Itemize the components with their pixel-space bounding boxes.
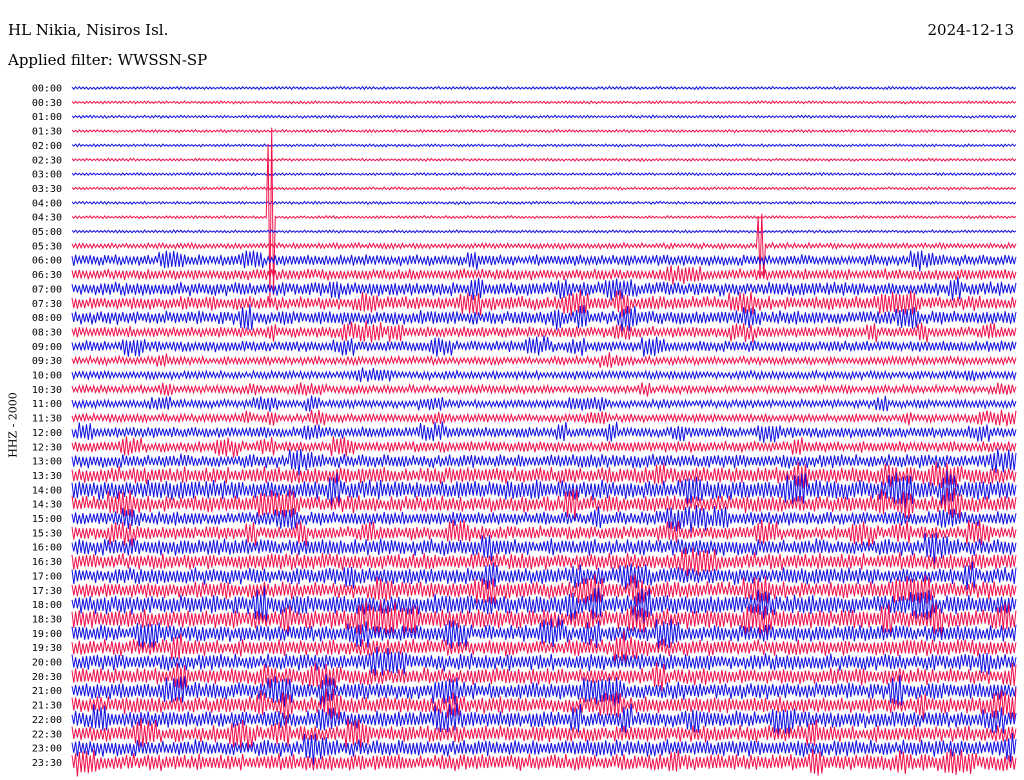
time-label: 18:00 <box>32 600 62 611</box>
time-label: 11:00 <box>32 399 62 410</box>
time-label: 22:30 <box>32 729 62 740</box>
time-label: 03:30 <box>32 184 62 195</box>
time-label: 20:30 <box>32 672 62 683</box>
time-label-group: 00:00 00:30 01:00 01:30 02:00 02:30 03:00 03:30… <box>32 84 62 769</box>
seismogram-plot: 00:00 00:30 01:00 01:30 02:00 02:30 03:00 03:30… <box>32 84 1017 777</box>
time-label: 14:00 <box>32 485 62 496</box>
time-label: 02:00 <box>32 141 62 152</box>
trace-line <box>71 265 1017 285</box>
time-label: 04:00 <box>32 198 62 209</box>
time-label: 07:00 <box>32 284 62 295</box>
trace-line <box>71 127 1017 303</box>
time-label: 21:00 <box>32 686 62 697</box>
time-label: 22:00 <box>32 715 62 726</box>
time-label: 06:30 <box>32 270 62 281</box>
time-label: 21:30 <box>32 701 62 712</box>
trace-line <box>71 157 1017 163</box>
trace-line <box>71 470 1017 509</box>
trace-line <box>71 114 1017 120</box>
trace-line <box>71 586 1017 624</box>
trace-line <box>71 352 1017 368</box>
time-label: 16:30 <box>32 557 62 568</box>
trace-line <box>71 229 1017 234</box>
trace-line <box>71 395 1017 412</box>
trace-line <box>71 748 1017 777</box>
time-label: 23:30 <box>32 758 62 769</box>
trace-line <box>71 128 1017 134</box>
trace-line <box>71 213 1017 279</box>
trace-line <box>71 250 1017 272</box>
time-label: 06:00 <box>32 256 62 267</box>
time-label: 05:30 <box>32 241 62 252</box>
time-label: 12:30 <box>32 442 62 453</box>
time-label: 04:30 <box>32 213 62 224</box>
trace-line <box>71 599 1017 638</box>
trace-line <box>71 421 1017 443</box>
time-label: 13:30 <box>32 471 62 482</box>
trace-line <box>71 171 1017 177</box>
trace-group <box>71 85 1017 777</box>
time-label: 08:30 <box>32 327 62 338</box>
time-label: 14:30 <box>32 500 62 511</box>
time-label: 19:00 <box>32 629 62 640</box>
time-label: 11:30 <box>32 414 62 425</box>
time-label: 20:00 <box>32 658 62 669</box>
time-label: 16:00 <box>32 543 62 554</box>
time-label: 18:30 <box>32 614 62 625</box>
trace-line <box>71 409 1017 427</box>
time-label: 09:00 <box>32 342 62 353</box>
time-label: 10:30 <box>32 385 62 396</box>
time-label: 08:00 <box>32 313 62 324</box>
time-label: 09:30 <box>32 356 62 367</box>
time-label: 01:00 <box>32 112 62 123</box>
time-label: 07:30 <box>32 299 62 310</box>
trace-line <box>71 143 1017 148</box>
time-label: 10:00 <box>32 371 62 382</box>
time-label: 15:30 <box>32 528 62 539</box>
trace-line <box>71 367 1017 383</box>
time-label: 02:30 <box>32 155 62 166</box>
time-label: 23:00 <box>32 744 62 755</box>
trace-line <box>71 436 1017 458</box>
time-label: 03:00 <box>32 170 62 181</box>
time-label: 17:00 <box>32 571 62 582</box>
time-label: 13:00 <box>32 457 62 468</box>
time-label: 15:00 <box>32 514 62 525</box>
trace-line <box>71 382 1017 397</box>
trace-line <box>71 200 1017 206</box>
time-label: 17:30 <box>32 586 62 597</box>
time-label: 00:00 <box>32 84 62 95</box>
time-label: 00:30 <box>32 98 62 109</box>
trace-line <box>71 185 1017 191</box>
trace-line <box>71 335 1017 357</box>
trace-line <box>71 100 1017 105</box>
trace-line <box>71 289 1017 318</box>
time-label: 01:30 <box>32 127 62 138</box>
time-label: 19:30 <box>32 643 62 654</box>
time-label: 05:00 <box>32 227 62 238</box>
time-label: 12:00 <box>32 428 62 439</box>
trace-line <box>71 85 1017 91</box>
